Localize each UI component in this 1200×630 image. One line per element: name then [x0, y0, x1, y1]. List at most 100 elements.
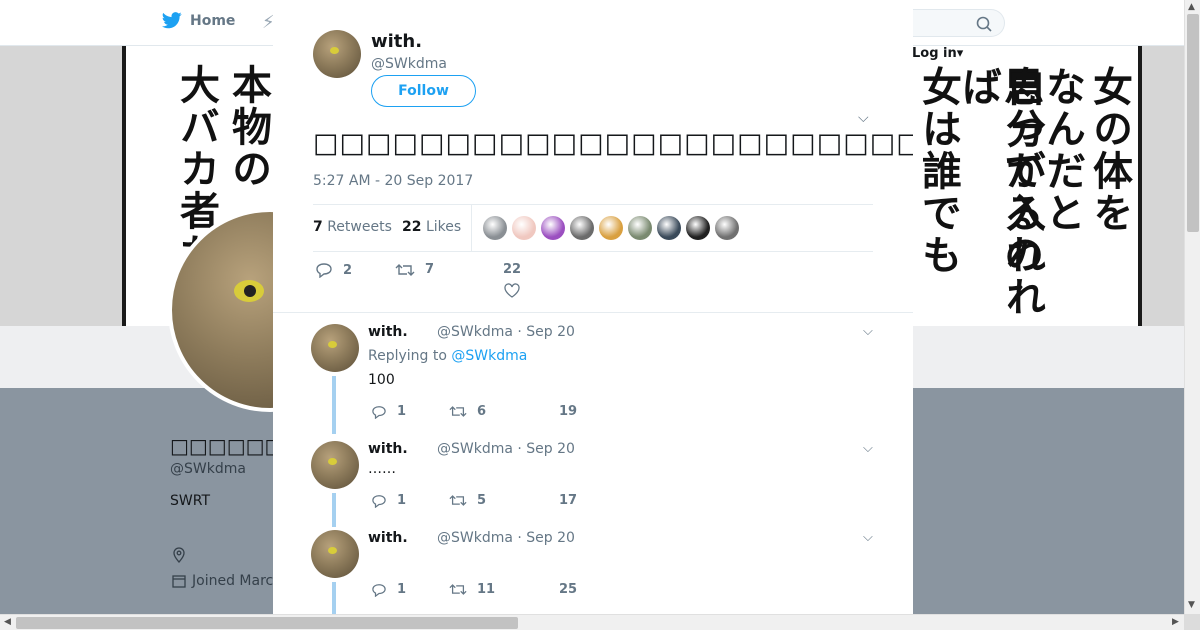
banner-text-3: 女の体を — [1086, 66, 1132, 234]
modal-divider — [273, 312, 913, 313]
home-nav-link[interactable]: Home — [162, 12, 235, 29]
retweet-count: 6 — [477, 404, 487, 419]
reply-meta[interactable]: @SWkdma · Sep 20 — [437, 324, 575, 340]
author-avatar[interactable] — [313, 30, 361, 78]
like-action[interactable]: 17 — [559, 493, 577, 508]
retweet-count: 7 — [425, 262, 435, 277]
liker-avatar[interactable] — [483, 216, 507, 240]
liker-avatar[interactable] — [541, 216, 565, 240]
reply-action[interactable]: 1 — [371, 493, 406, 508]
retweet-icon — [449, 406, 467, 417]
reply-tweet[interactable]: with. @SWkdma · Sep 20 ⌵ 1 11 25 — [273, 530, 913, 614]
thread-line — [332, 493, 336, 527]
reply-menu-caret-icon[interactable]: ⌵ — [863, 530, 873, 545]
retweet-icon — [449, 495, 467, 506]
horizontal-scrollbar[interactable]: ◀ ▶ — [0, 614, 1184, 630]
banner-text-4: なんだと — [1039, 66, 1085, 234]
retweet-action[interactable]: 11 — [449, 582, 495, 597]
like-action[interactable]: 25 — [559, 582, 577, 597]
reply-icon — [372, 405, 386, 419]
profile-handle: @SWkdma — [170, 461, 246, 477]
likers-avatars — [483, 216, 739, 240]
replying-prefix: Replying to — [368, 348, 447, 364]
close-modal-button[interactable]: ✕ — [1154, 10, 1177, 38]
retweet-count: 5 — [477, 493, 487, 508]
vertical-scroll-thumb[interactable] — [1187, 14, 1199, 232]
replying-to: Replying to @SWkdma — [368, 348, 527, 364]
reply-icon — [372, 583, 386, 597]
reply-count: 2 — [343, 262, 353, 278]
liker-avatar[interactable] — [715, 216, 739, 240]
like-count: 19 — [559, 404, 578, 419]
reply-action[interactable]: 2 — [315, 262, 352, 278]
profile-bio: SWRT — [170, 493, 210, 509]
reply-menu-caret-icon[interactable]: ⌵ — [863, 441, 873, 456]
like-action[interactable]: 19 — [559, 404, 577, 419]
liker-avatar[interactable] — [628, 216, 652, 240]
liker-avatar[interactable] — [686, 216, 710, 240]
reply-count: 1 — [397, 582, 407, 597]
reply-avatar[interactable] — [311, 324, 359, 372]
reply-tweet[interactable]: with. @SWkdma · Sep 20 ⌵ …… 1 5 17 — [273, 441, 913, 527]
login-label: Log in — [912, 46, 957, 61]
search-input[interactable] — [905, 9, 1005, 37]
avatar-eye — [234, 280, 264, 302]
retweet-icon — [395, 263, 415, 276]
scroll-up-arrow-icon[interactable]: ▲ — [1188, 2, 1195, 12]
joined-text: Joined March — [192, 573, 283, 589]
liker-avatar[interactable] — [570, 216, 594, 240]
reply-meta[interactable]: @SWkdma · Sep 20 — [437, 441, 575, 457]
liker-avatar[interactable] — [657, 216, 681, 240]
tweet-stats: 7 Retweets 22 Likes — [313, 204, 873, 252]
likes-stat[interactable]: 22 Likes — [402, 219, 461, 235]
like-action[interactable]: 22 — [503, 262, 521, 298]
reply-meta[interactable]: @SWkdma · Sep 20 — [437, 530, 575, 546]
scroll-right-arrow-icon[interactable]: ▶ — [1172, 617, 1179, 627]
follow-button[interactable]: Follow — [371, 75, 476, 107]
liker-avatar[interactable] — [512, 216, 536, 240]
reply-count: 1 — [397, 493, 407, 508]
replying-to-link[interactable]: @SWkdma — [451, 348, 527, 364]
reply-author-name[interactable]: with. — [368, 441, 408, 457]
tweet-menu-caret-icon[interactable]: ⌵ — [858, 110, 869, 126]
vertical-scrollbar[interactable]: ▲ ▼ — [1184, 0, 1200, 614]
reply-author-name[interactable]: with. — [368, 324, 408, 340]
likes-count: 22 — [402, 219, 422, 235]
author-name[interactable]: with. — [371, 31, 422, 52]
retweet-action[interactable]: 6 — [449, 404, 486, 419]
retweet-action[interactable]: 5 — [449, 493, 486, 508]
reply-menu-caret-icon[interactable]: ⌵ — [863, 324, 873, 339]
scroll-left-arrow-icon[interactable]: ◀ — [4, 617, 11, 627]
reply-action[interactable]: 1 — [371, 582, 406, 597]
reply-text: …… — [368, 461, 396, 477]
home-label: Home — [190, 12, 236, 29]
retweets-stat[interactable]: 7 Retweets — [313, 219, 392, 235]
close-icon: ✕ — [1154, 7, 1178, 40]
reply-count: 1 — [397, 404, 407, 419]
reply-text: 100 — [368, 372, 395, 388]
horizontal-scroll-thumb[interactable] — [16, 617, 518, 629]
thread-line — [332, 376, 336, 434]
thread-line — [332, 582, 336, 614]
scroll-down-arrow-icon[interactable]: ▼ — [1188, 600, 1195, 610]
calendar-icon — [172, 575, 186, 588]
tweet-timestamp[interactable]: 5:27 AM - 20 Sep 2017 — [313, 173, 473, 189]
login-dropdown[interactable]: Log in▾ — [912, 46, 963, 61]
retweet-action[interactable]: 7 — [395, 262, 434, 277]
banner-text-6: 自分が入れれば — [955, 66, 1045, 318]
reply-avatar[interactable] — [311, 530, 359, 578]
tweet-modal: with. @SWkdma Follow ⌵ □□□□□□□□□□□□□□□□□… — [273, 0, 913, 614]
avatar-eye — [328, 458, 337, 465]
reply-avatar[interactable] — [311, 441, 359, 489]
reply-tweet[interactable]: with. @SWkdma · Sep 20 ⌵ Replying to @SW… — [273, 324, 913, 434]
author-handle[interactable]: @SWkdma — [371, 56, 447, 72]
banner-text-7: 女は誰でも — [915, 66, 961, 276]
retweet-count: 11 — [477, 582, 496, 597]
reply-author-name[interactable]: with. — [368, 530, 408, 546]
profile-joined: Joined March — [172, 573, 282, 589]
liker-avatar[interactable] — [599, 216, 623, 240]
like-count: 25 — [559, 582, 578, 597]
reply-action[interactable]: 1 — [371, 404, 406, 419]
twitter-bird-icon — [162, 12, 182, 29]
banner-right-panel: 女の体を なんだと 思ってるの 自分が入れれば 女は誰でも — [912, 46, 1142, 326]
